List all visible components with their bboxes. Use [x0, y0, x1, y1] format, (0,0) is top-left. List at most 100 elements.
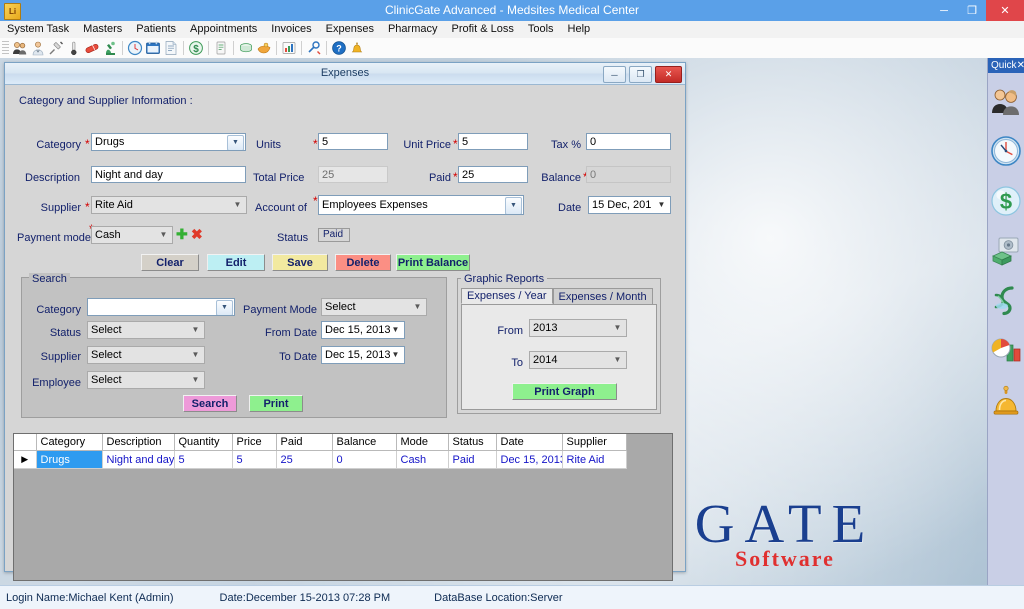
grid-col-description[interactable]: Description: [102, 434, 174, 451]
chevron-down-icon[interactable]: ▼: [188, 323, 203, 337]
graph-to-combobox[interactable]: 2014 ▼: [529, 351, 627, 369]
search-from-date-picker[interactable]: Dec 15, 2013 ▼: [321, 321, 405, 339]
grid-cell-price[interactable]: 5: [232, 451, 276, 469]
units-input[interactable]: [318, 133, 388, 150]
menu-masters[interactable]: Masters: [76, 21, 129, 38]
grid-col-date[interactable]: Date: [496, 434, 562, 451]
chevron-down-icon[interactable]: ▼: [156, 228, 171, 242]
minimize-icon[interactable]: ─: [930, 0, 958, 21]
search-employee-combobox[interactable]: Select ▼: [87, 371, 205, 389]
chevron-down-icon[interactable]: ▼: [388, 348, 403, 362]
search-payment-mode-combobox[interactable]: Select ▼: [321, 298, 427, 316]
search-category-combobox[interactable]: ▼: [87, 298, 235, 316]
grid-col-status[interactable]: Status: [448, 434, 496, 451]
expenses-minimize-icon[interactable]: ─: [603, 66, 626, 83]
print-graph-button[interactable]: Print Graph: [512, 383, 617, 400]
expenses-coins-icon[interactable]: [237, 39, 255, 57]
grid-cell-balance[interactable]: 0: [332, 451, 396, 469]
menu-patients[interactable]: Patients: [129, 21, 183, 38]
search-button[interactable]: Search: [183, 395, 237, 412]
expenses-maximize-icon[interactable]: ❐: [629, 66, 652, 83]
hand-money-icon[interactable]: [255, 39, 273, 57]
syringe-icon[interactable]: [47, 39, 65, 57]
menu-appointments[interactable]: Appointments: [183, 21, 264, 38]
table-row[interactable]: ▶ Drugs Night and day 5 5 25 0 Cash Paid…: [14, 451, 626, 469]
delete-button[interactable]: Delete: [335, 254, 391, 271]
add-payment-mode-icon[interactable]: ✚: [176, 226, 188, 242]
tab-expenses-year[interactable]: Expenses / Year: [461, 288, 553, 304]
chevron-down-icon[interactable]: ▼: [188, 348, 203, 362]
search-status-combobox[interactable]: Select ▼: [87, 321, 205, 339]
unit-price-input[interactable]: [458, 133, 528, 150]
remove-payment-mode-icon[interactable]: ✖: [191, 226, 203, 242]
quick-alerts-bell-icon[interactable]: [988, 376, 1024, 426]
chevron-down-icon[interactable]: ▼: [654, 198, 669, 212]
chevron-down-icon[interactable]: ▼: [610, 321, 625, 335]
chevron-down-icon[interactable]: ▼: [188, 373, 203, 387]
clock-icon[interactable]: [126, 39, 144, 57]
patients-icon[interactable]: [11, 39, 29, 57]
tools-icon[interactable]: [305, 39, 323, 57]
quick-appointments-clock-icon[interactable]: [988, 126, 1024, 176]
toolbar-grip[interactable]: [2, 41, 9, 55]
maximize-icon[interactable]: ❐: [958, 0, 986, 21]
grid-cell-category[interactable]: Drugs: [36, 451, 102, 469]
menu-expenses[interactable]: Expenses: [319, 21, 381, 38]
search-print-button[interactable]: Print: [249, 395, 303, 412]
grid-col-paid[interactable]: Paid: [276, 434, 332, 451]
grid-cell-status[interactable]: Paid: [448, 451, 496, 469]
doctor-icon[interactable]: [29, 39, 47, 57]
profit-chart-icon[interactable]: [280, 39, 298, 57]
quick-expenses-icon[interactable]: [988, 226, 1024, 276]
tax-input[interactable]: [586, 133, 671, 150]
grid-col-supplier[interactable]: Supplier: [562, 434, 626, 451]
save-button[interactable]: Save: [272, 254, 328, 271]
close-icon[interactable]: ✕: [986, 0, 1024, 21]
menu-profit-loss[interactable]: Profit & Loss: [445, 21, 521, 38]
bell-icon[interactable]: [348, 39, 366, 57]
lab-microscope-icon[interactable]: [101, 39, 119, 57]
grid-col-category[interactable]: Category: [36, 434, 102, 451]
grid-cell-quantity[interactable]: 5: [174, 451, 232, 469]
menu-system-task[interactable]: System Task: [0, 21, 76, 38]
grid-cell-description[interactable]: Night and day: [102, 451, 174, 469]
chevron-down-icon[interactable]: ▼: [610, 353, 625, 367]
chevron-down-icon[interactable]: ▼: [410, 300, 425, 314]
description-input[interactable]: [91, 166, 246, 183]
category-combobox[interactable]: Drugs ▼: [91, 133, 246, 151]
grid-cell-supplier[interactable]: Rite Aid: [562, 451, 626, 469]
grid-cell-date[interactable]: Dec 15, 2013: [496, 451, 562, 469]
menu-help[interactable]: Help: [561, 21, 598, 38]
calendar-icon[interactable]: [144, 39, 162, 57]
chevron-down-icon[interactable]: ▼: [505, 197, 522, 215]
supplier-combobox[interactable]: Rite Aid ▼: [91, 196, 247, 214]
tab-expenses-month[interactable]: Expenses / Month: [553, 288, 653, 304]
chevron-down-icon[interactable]: ▼: [216, 300, 233, 316]
date-picker[interactable]: 15 Dec, 201 ▼: [588, 196, 671, 214]
grid-col-quantity[interactable]: Quantity: [174, 434, 232, 451]
chevron-down-icon[interactable]: ▼: [388, 323, 403, 337]
thermometer-icon[interactable]: [65, 39, 83, 57]
menu-invoices[interactable]: Invoices: [264, 21, 318, 38]
report-icon[interactable]: [162, 39, 180, 57]
search-supplier-combobox[interactable]: Select ▼: [87, 346, 205, 364]
quick-panel-close-icon[interactable]: ✕: [1017, 60, 1024, 71]
expenses-close-icon[interactable]: ✕: [655, 66, 682, 83]
quick-pharmacy-icon[interactable]: [988, 276, 1024, 326]
quick-reports-icon[interactable]: [988, 326, 1024, 376]
expenses-grid[interactable]: Category Description Quantity Price Paid…: [13, 433, 673, 581]
payment-mode-combobox[interactable]: Cash ▼: [91, 226, 173, 244]
edit-button[interactable]: Edit: [207, 254, 265, 271]
menu-tools[interactable]: Tools: [521, 21, 561, 38]
grid-col-balance[interactable]: Balance: [332, 434, 396, 451]
chevron-down-icon[interactable]: ▼: [230, 198, 245, 212]
paid-input[interactable]: [458, 166, 528, 183]
grid-col-price[interactable]: Price: [232, 434, 276, 451]
grid-col-mode[interactable]: Mode: [396, 434, 448, 451]
quick-billing-dollar-icon[interactable]: $: [988, 176, 1024, 226]
graph-from-combobox[interactable]: 2013 ▼: [529, 319, 627, 337]
account-of-combobox[interactable]: Employees Expenses ▼: [318, 195, 524, 215]
pill-icon[interactable]: [83, 39, 101, 57]
print-balance-button[interactable]: Print Balance: [396, 254, 470, 271]
help-icon[interactable]: ?: [330, 39, 348, 57]
